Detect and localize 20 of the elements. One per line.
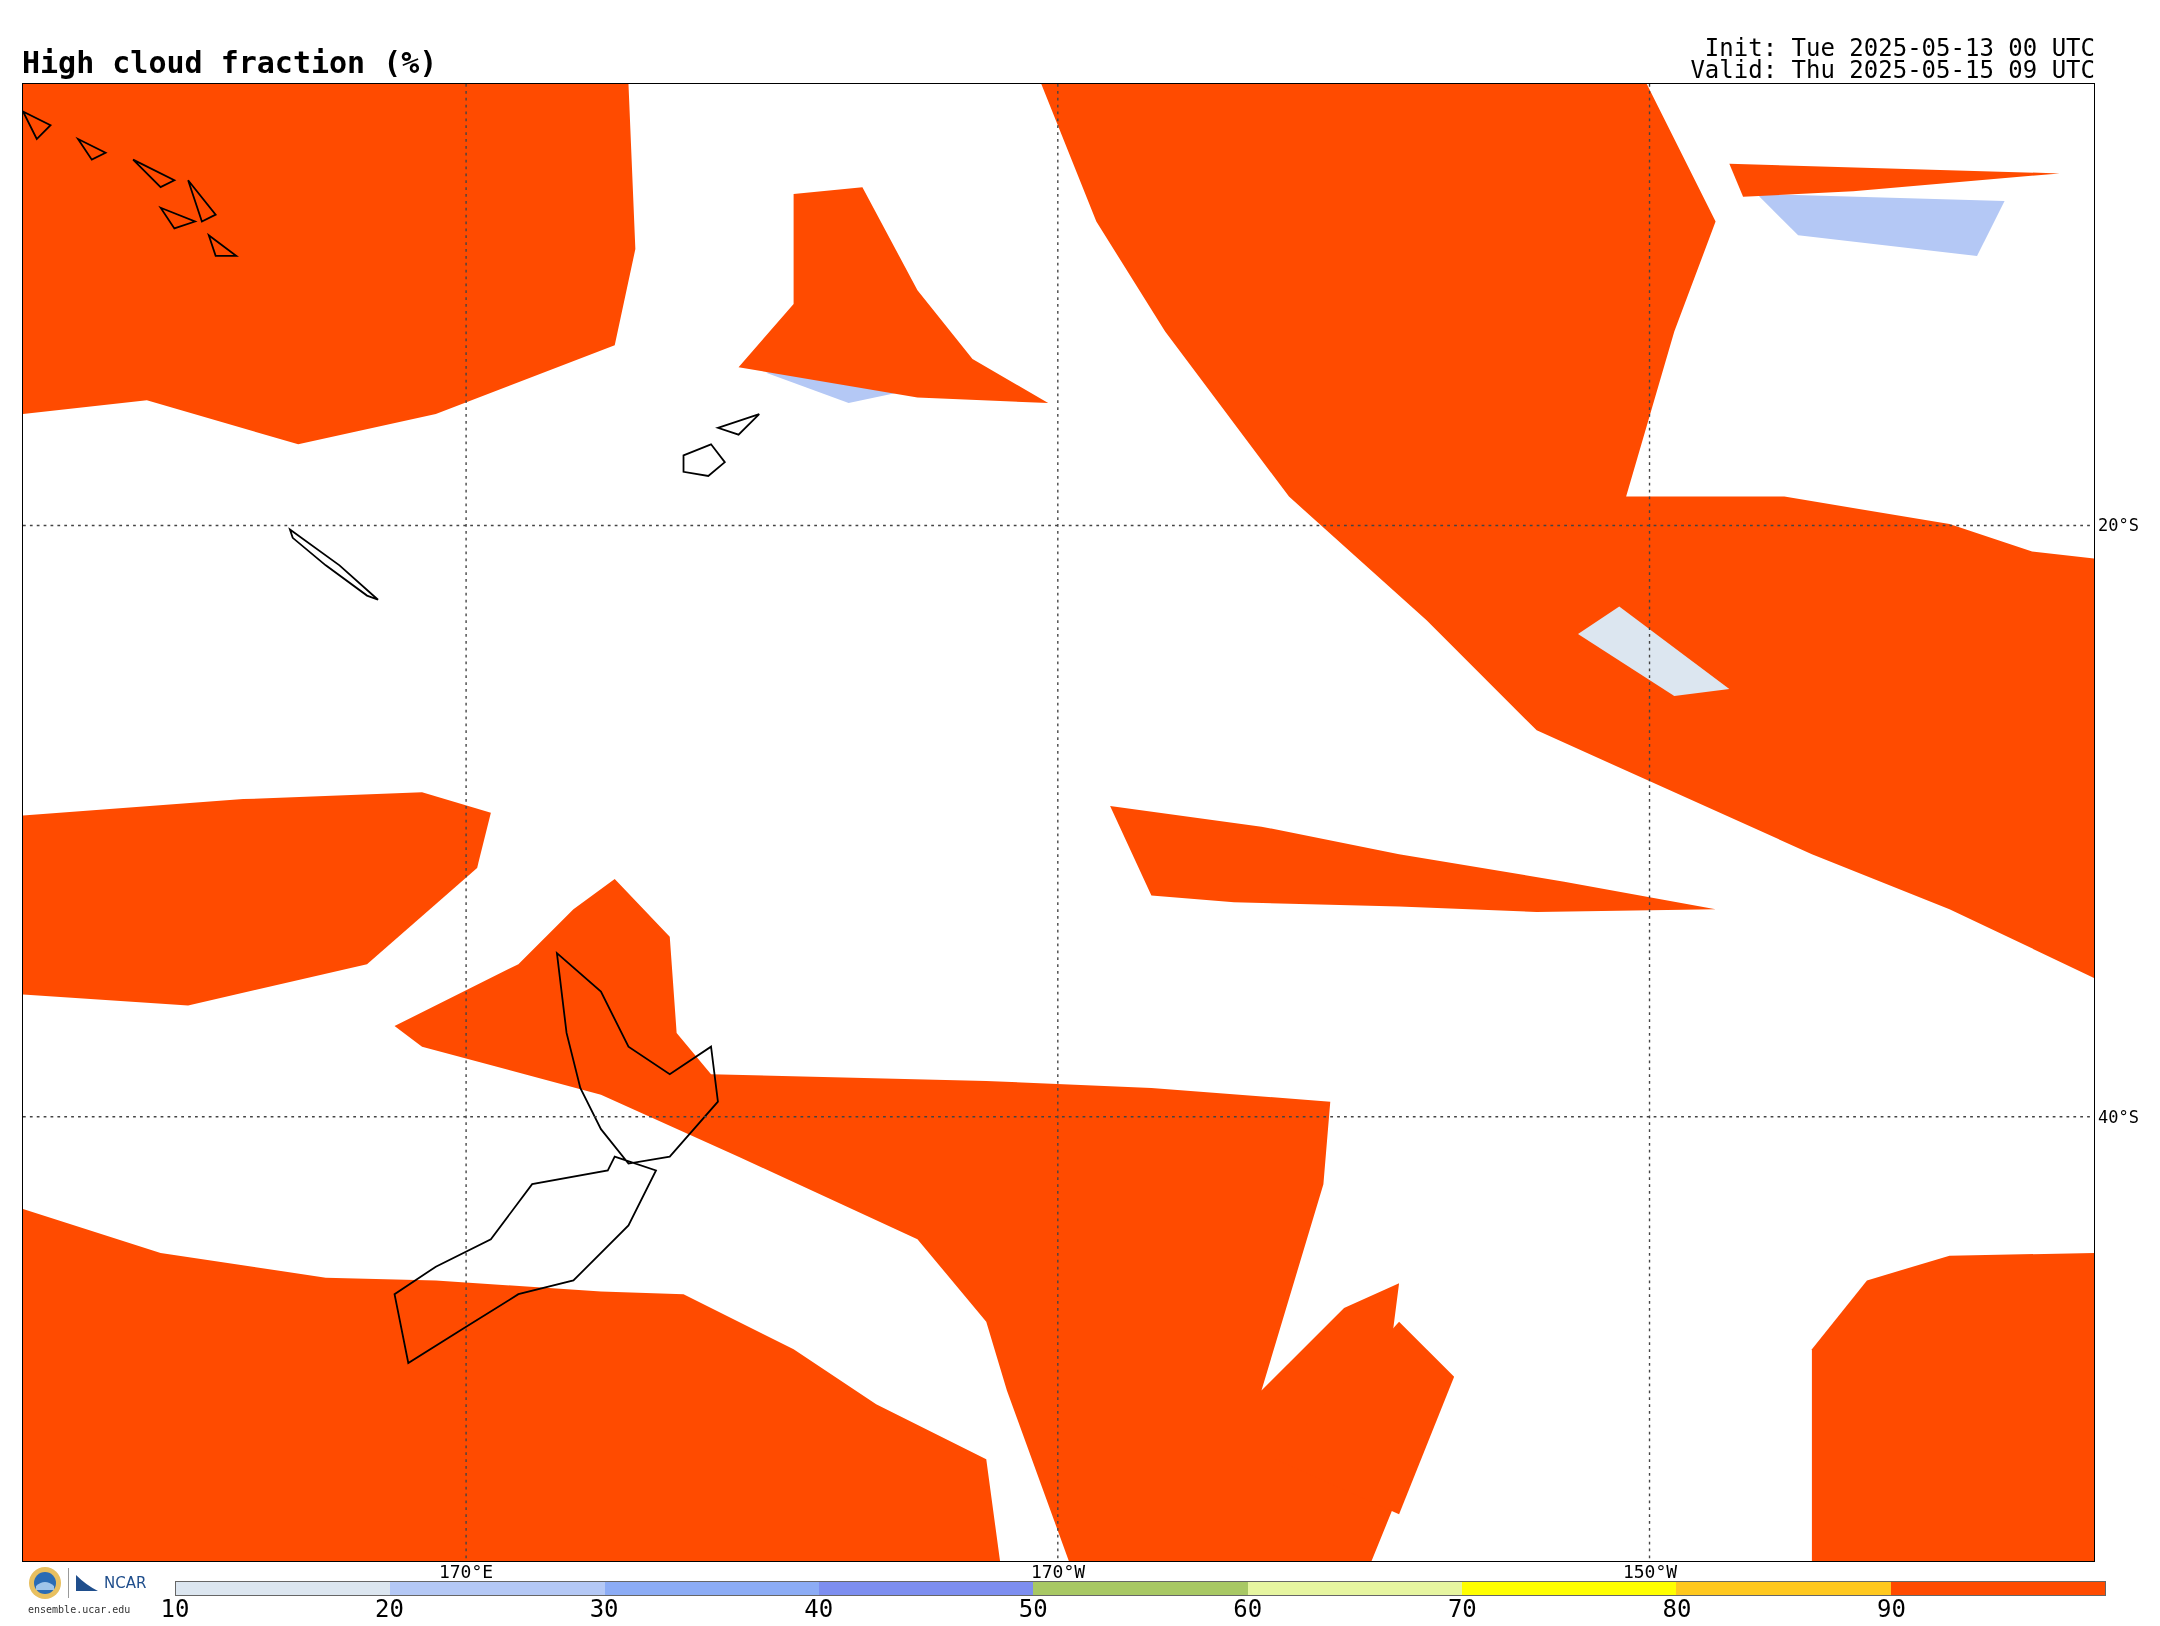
init-time: Init: Tue 2025-05-13 00 UTC bbox=[1704, 37, 2095, 59]
tick-label: 10 bbox=[160, 1596, 190, 1622]
chart-title: High cloud fraction (%) bbox=[22, 48, 438, 82]
longitude-label: 150°W bbox=[1622, 1563, 1678, 1581]
tick-label: 80 bbox=[1662, 1596, 1692, 1622]
logo-text: NCAR bbox=[104, 1574, 147, 1592]
latitude-label: 20°S bbox=[2098, 515, 2139, 535]
tick-label: 20 bbox=[375, 1596, 404, 1622]
tick-label: 40 bbox=[804, 1596, 834, 1622]
tick-label: 30 bbox=[589, 1596, 619, 1622]
swoosh-logo-icon bbox=[76, 1575, 98, 1591]
tick-label: 70 bbox=[1447, 1596, 1477, 1622]
valid-time: Valid: Thu 2025-05-15 09 UTC bbox=[1690, 59, 2095, 81]
tick-label: 50 bbox=[1018, 1596, 1048, 1622]
latitude-label: 40°S bbox=[2098, 1107, 2139, 1127]
longitude-label: 170°W bbox=[1030, 1563, 1086, 1581]
tick-label: 60 bbox=[1233, 1596, 1263, 1622]
longitude-label: 170°E bbox=[438, 1563, 494, 1581]
seal-logo-icon bbox=[28, 1566, 62, 1600]
tick-label: 90 bbox=[1877, 1596, 1906, 1622]
